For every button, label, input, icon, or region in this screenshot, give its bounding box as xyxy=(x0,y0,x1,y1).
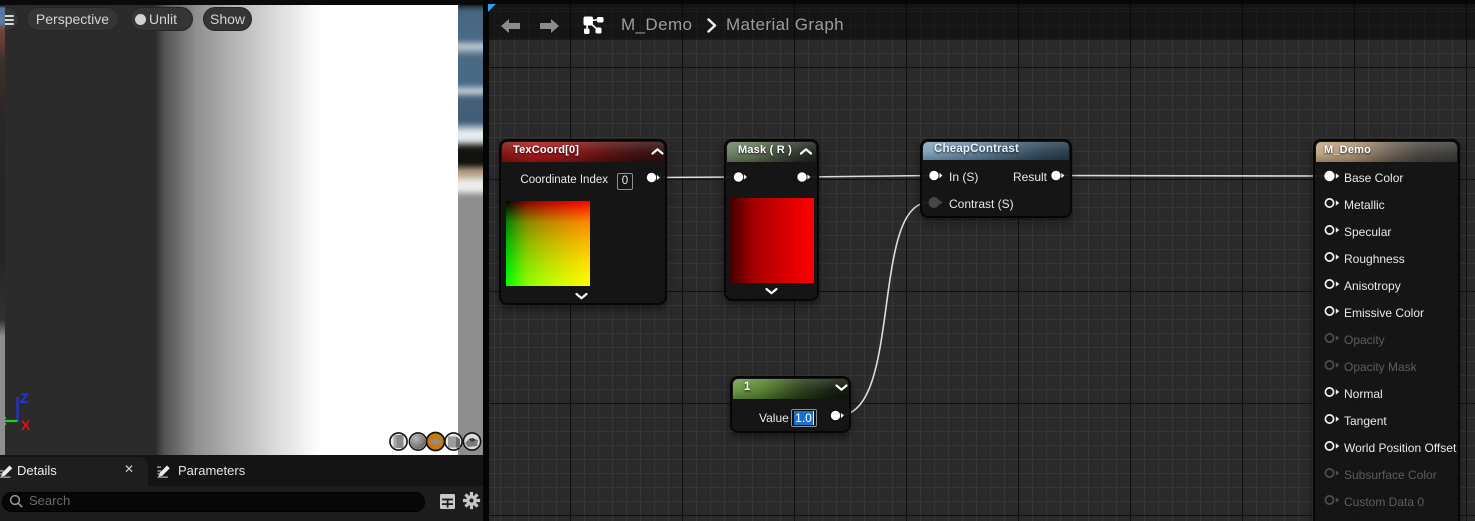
svg-text:X: X xyxy=(21,417,31,433)
svg-text:Z: Z xyxy=(20,390,29,406)
